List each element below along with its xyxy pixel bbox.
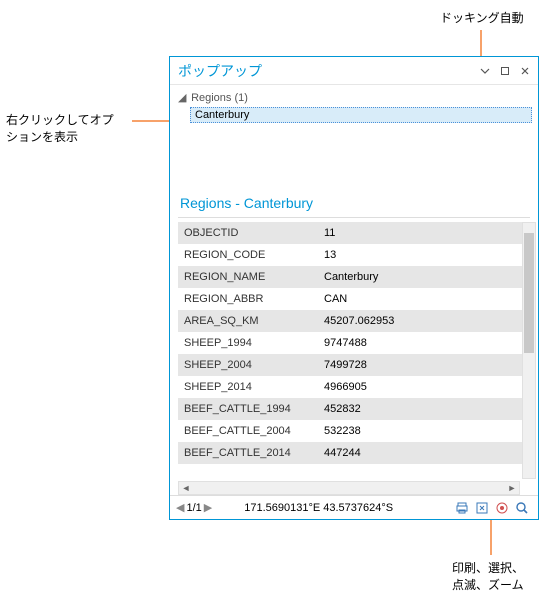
attr-value: 11 (318, 222, 534, 244)
attr-key: SHEEP_2004 (178, 354, 318, 376)
print-icon (455, 501, 469, 515)
attr-key: REGION_ABBR (178, 288, 318, 310)
annotation-tools-l2: 点滅、ズーム (452, 578, 524, 592)
attr-key: REGION_NAME (178, 266, 318, 288)
panel-title: ポップアップ (178, 61, 262, 81)
feature-tree: ◢ Regions (1) Canterbury (170, 85, 538, 129)
table-row: BEEF_CATTLE_1994452832 (178, 398, 534, 420)
divider (178, 217, 530, 218)
attr-key: OBJECTID (178, 222, 318, 244)
horizontal-scrollbar[interactable]: ◄ ► (178, 481, 520, 495)
close-icon (520, 66, 530, 76)
hscroll-right-icon[interactable]: ► (505, 482, 519, 494)
detail-title: Regions - Canterbury (170, 189, 538, 215)
status-bar: ◀ 1/1 ▶ 171.5690131°E 43.5737624°S (170, 495, 538, 519)
attr-value: 447244 (318, 442, 534, 464)
annotation-rightclick-l1: 右クリックしてオプ (6, 113, 114, 127)
table-row: SHEEP_19949747488 (178, 332, 534, 354)
next-feature-button[interactable]: ▶ (204, 501, 212, 514)
select-icon (475, 501, 489, 515)
print-button[interactable] (453, 499, 471, 517)
attr-value: 45207.062953 (318, 310, 534, 332)
attr-key: BEEF_CATTLE_2004 (178, 420, 318, 442)
attr-value: 13 (318, 244, 534, 266)
table-row: BEEF_CATTLE_2014447244 (178, 442, 534, 464)
tree-layer-label: Regions (191, 92, 231, 104)
callout-line-top (480, 30, 482, 58)
zoom-icon (515, 501, 529, 515)
tree-item-selected[interactable]: Canterbury (190, 107, 532, 123)
dock-menu-button[interactable] (476, 62, 494, 80)
close-button[interactable] (516, 62, 534, 80)
chevron-down-icon (480, 66, 490, 76)
attr-value: Canterbury (318, 266, 534, 288)
attr-key: BEEF_CATTLE_2014 (178, 442, 318, 464)
attr-key: SHEEP_2014 (178, 376, 318, 398)
collapse-icon: ◢ (178, 91, 188, 104)
annotation-tools: 印刷、選択、 点滅、ズーム (452, 560, 542, 594)
restore-button[interactable] (496, 62, 514, 80)
attr-value: 9747488 (318, 332, 534, 354)
prev-feature-button[interactable]: ◀ (176, 501, 184, 514)
annotation-rightclick: 右クリックしてオプ ションを表示 (6, 112, 136, 146)
table-row: BEEF_CATTLE_2004532238 (178, 420, 534, 442)
flash-button[interactable] (493, 499, 511, 517)
table-row: OBJECTID11 (178, 222, 534, 244)
restore-icon (500, 66, 510, 76)
tree-header[interactable]: ◢ Regions (1) (176, 89, 532, 106)
attr-value: CAN (318, 288, 534, 310)
hscroll-left-icon[interactable]: ◄ (179, 482, 193, 494)
annotation-rightclick-l2: ションを表示 (6, 130, 78, 144)
attr-value: 7499728 (318, 354, 534, 376)
annotation-docking: ドッキング自動 (440, 10, 540, 27)
attribute-grid: OBJECTID11REGION_CODE13REGION_NAMECanter… (178, 222, 534, 464)
attr-key: REGION_CODE (178, 244, 318, 266)
table-row: SHEEP_20144966905 (178, 376, 534, 398)
annotation-tools-l1: 印刷、選択、 (452, 561, 524, 575)
vertical-scrollbar[interactable] (522, 222, 536, 479)
page-indicator: 1/1 (186, 502, 201, 514)
callout-line-bottom (490, 517, 492, 555)
table-row: AREA_SQ_KM45207.062953 (178, 310, 534, 332)
attr-key: AREA_SQ_KM (178, 310, 318, 332)
attr-value: 452832 (318, 398, 534, 420)
table-row: REGION_CODE13 (178, 244, 534, 266)
coordinate-readout: 171.5690131°E 43.5737624°S (244, 502, 393, 514)
vertical-scroll-thumb[interactable] (524, 233, 534, 353)
attr-key: BEEF_CATTLE_1994 (178, 398, 318, 420)
flash-icon (495, 501, 509, 515)
popup-panel: ポップアップ ◢ Regions (1) Canterbury Regions … (169, 56, 539, 520)
table-row: SHEEP_20047499728 (178, 354, 534, 376)
table-row: REGION_ABBRCAN (178, 288, 534, 310)
attribute-grid-wrap: OBJECTID11REGION_CODE13REGION_NAMECanter… (170, 222, 538, 495)
select-button[interactable] (473, 499, 491, 517)
tree-layer-count: (1) (234, 92, 247, 104)
zoom-button[interactable] (513, 499, 531, 517)
table-row: REGION_NAMECanterbury (178, 266, 534, 288)
attr-value: 4966905 (318, 376, 534, 398)
titlebar: ポップアップ (170, 57, 538, 85)
attr-value: 532238 (318, 420, 534, 442)
attr-key: SHEEP_1994 (178, 332, 318, 354)
